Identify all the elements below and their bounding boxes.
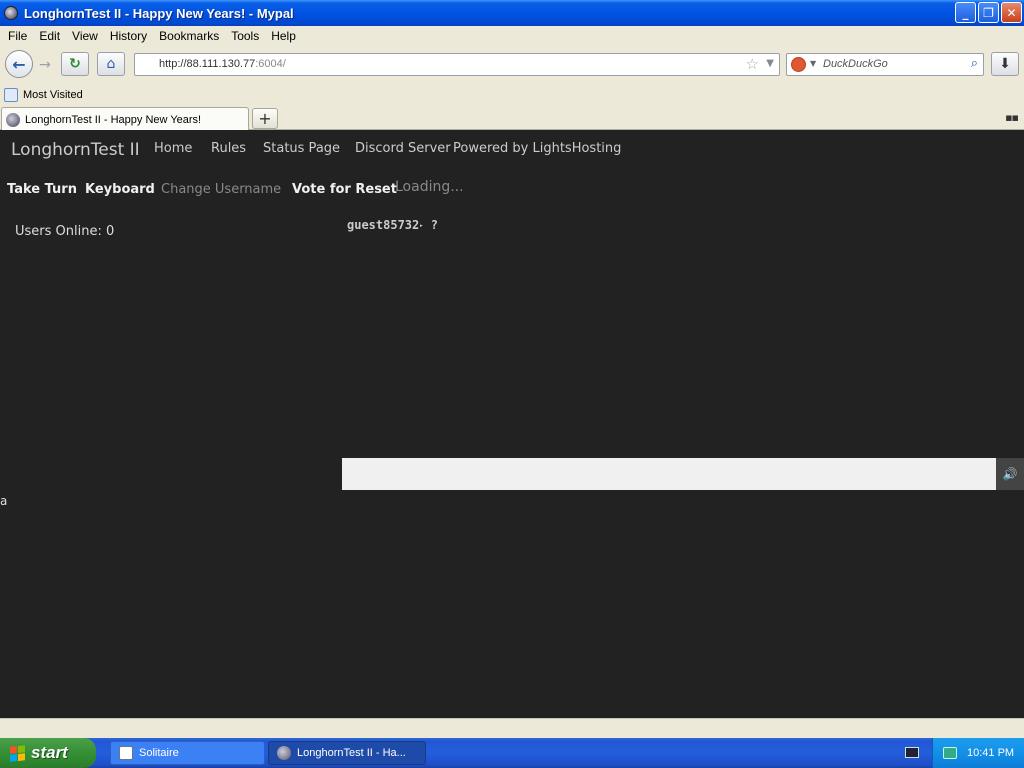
window-controls: _ ❐ ✕ (955, 2, 1022, 23)
url-port: :6004/ (255, 58, 286, 70)
nav-home[interactable]: Home (154, 141, 192, 156)
users-online-count: Users Online: 0 (15, 224, 115, 239)
solitaire-icon (119, 746, 133, 760)
reload-icon: ↻ (69, 56, 81, 72)
download-arrow-icon: ⬇ (999, 56, 1011, 72)
menu-file[interactable]: File (2, 29, 33, 43)
forward-arrow-icon: → (39, 57, 51, 73)
windows-logo-icon (10, 744, 25, 762)
menu-view[interactable]: View (66, 29, 104, 43)
window-titlebar[interactable]: LonghornTest II - Happy New Years! - Myp… (0, 0, 1024, 26)
menu-tools[interactable]: Tools (225, 29, 265, 43)
search-icon[interactable]: ⌕ (971, 56, 978, 71)
mypal-app-icon[interactable] (4, 6, 18, 20)
sound-toggle-button[interactable]: 🔊 (996, 458, 1024, 490)
guest-username: guest85732 (347, 218, 420, 232)
queue-unknown: ? (430, 218, 438, 232)
turn-queue: guest85732▸ ? (347, 218, 438, 232)
close-button[interactable]: ✕ (1001, 2, 1022, 23)
network-icon[interactable] (943, 747, 957, 759)
search-bar[interactable]: ▼ DuckDuckGo ⌕ (786, 53, 984, 76)
back-button[interactable]: ← (5, 50, 33, 78)
chat-input[interactable] (342, 458, 996, 490)
nav-powered-by[interactable]: Powered by LightsHosting (453, 141, 621, 156)
window-title: LonghornTest II - Happy New Years! - Myp… (24, 5, 294, 21)
search-engine-dropdown-icon[interactable]: ▼ (810, 59, 816, 68)
status-bar (0, 718, 1024, 738)
keyboard-language-icon[interactable] (905, 747, 919, 758)
start-label: start (31, 743, 68, 762)
reload-button[interactable]: ↻ (61, 52, 89, 76)
bookmarks-toolbar: Most Visited (0, 84, 1024, 106)
url-host: http://88.111.130.77 (159, 58, 256, 70)
back-arrow-icon: ← (12, 54, 26, 74)
minimize-button[interactable]: _ (955, 2, 976, 23)
duckduckgo-icon[interactable] (791, 57, 806, 72)
menu-bookmarks[interactable]: Bookmarks (153, 29, 225, 43)
most-visited-bookmark[interactable]: Most Visited (23, 89, 83, 101)
page-content: LonghornTest II Home Rules Status Page D… (0, 130, 1024, 718)
forward-button[interactable]: → (35, 55, 55, 75)
tab-longhorntest[interactable]: LonghornTest II - Happy New Years! (1, 107, 249, 131)
home-icon: ⌂ (106, 56, 116, 72)
tab-favicon-icon (6, 112, 20, 127)
most-visited-icon (4, 88, 18, 102)
home-button[interactable]: ⌂ (97, 52, 125, 76)
mypal-taskbar-icon (277, 746, 291, 760)
speaker-icon: 🔊 (1002, 467, 1018, 481)
tab-strip: LonghornTest II - Happy New Years! + ▪▪ (0, 106, 1024, 131)
taskbar-item-solitaire[interactable]: Solitaire (110, 741, 265, 765)
menu-history[interactable]: History (104, 29, 153, 43)
nav-rules[interactable]: Rules (211, 141, 246, 156)
take-turn-button[interactable]: Take Turn (7, 182, 77, 197)
menu-edit[interactable]: Edit (33, 29, 66, 43)
taskbar-item-label: LonghornTest II - Ha... (297, 747, 406, 759)
windows-taskbar: start Solitaire LonghornTest II - Ha... … (0, 738, 1024, 768)
site-brand[interactable]: LonghornTest II (11, 140, 140, 160)
url-text: http://88.111.130.77:6004/ (159, 58, 286, 70)
tab-list-icon[interactable]: ▪▪ (1005, 111, 1019, 124)
queue-arrow-icon: ▸ (419, 221, 424, 230)
stray-text: a (0, 494, 8, 508)
bookmark-star-icon[interactable]: ☆ (746, 55, 759, 73)
system-tray: 10:41 PM (932, 738, 1024, 768)
taskbar-item-label: Solitaire (139, 747, 179, 759)
menu-bar: File Edit View History Bookmarks Tools H… (0, 26, 1024, 46)
nav-discord-server[interactable]: Discord Server (355, 141, 451, 156)
restore-button[interactable]: ❐ (978, 2, 999, 23)
start-button[interactable]: start (0, 738, 96, 768)
downloads-button[interactable]: ⬇ (991, 52, 1019, 76)
nav-status-page[interactable]: Status Page (263, 141, 340, 156)
url-bar[interactable]: http://88.111.130.77:6004/ ☆ ▼ (134, 53, 780, 76)
search-input[interactable]: DuckDuckGo (823, 58, 888, 70)
menu-help[interactable]: Help (265, 29, 302, 43)
change-username-button[interactable]: Change Username (161, 182, 281, 197)
taskbar-item-browser[interactable]: LonghornTest II - Ha... (268, 741, 426, 765)
keyboard-button[interactable]: Keyboard (85, 182, 155, 197)
loading-status: Loading... (395, 179, 464, 195)
vote-for-reset-button[interactable]: Vote for Reset (292, 182, 397, 197)
tab-label: LonghornTest II - Happy New Years! (25, 113, 202, 126)
clock[interactable]: 10:41 PM (967, 747, 1014, 759)
new-tab-button[interactable]: + (252, 108, 278, 129)
url-history-dropdown-icon[interactable]: ▼ (766, 58, 774, 69)
